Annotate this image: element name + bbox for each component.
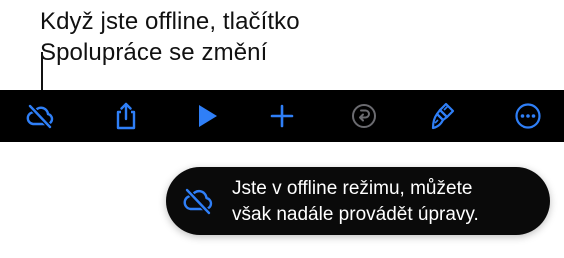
offline-notification-banner: Jste v offline režimu, můžete však nadál… — [166, 167, 550, 235]
banner-line-2: však nadále provádět úpravy. — [232, 204, 479, 225]
share-button[interactable] — [108, 98, 144, 134]
paintbrush-icon — [431, 102, 455, 130]
plus-icon — [270, 104, 294, 128]
play-button[interactable] — [189, 98, 225, 134]
callout-text: Když jste offline, tlačítko Spolupráce s… — [40, 6, 540, 68]
banner-line-1: Jste v offline režimu, můžete — [232, 178, 473, 199]
callout-line-1: Když jste offline, tlačítko — [40, 8, 300, 35]
ellipsis-circle-icon — [515, 103, 541, 129]
share-icon — [116, 102, 136, 130]
undo-icon — [352, 104, 376, 128]
callout-line-2: Spolupráce se změní — [40, 39, 268, 66]
cloud-slash-icon — [26, 103, 54, 129]
toolbar — [0, 90, 564, 142]
more-button[interactable] — [510, 98, 546, 134]
cloud-slash-icon — [183, 187, 213, 216]
banner-message: Jste v offline režimu, můžete však nadál… — [232, 176, 479, 228]
collaboration-offline-button[interactable] — [22, 98, 58, 134]
undo-button[interactable] — [346, 98, 382, 134]
play-icon — [199, 105, 217, 127]
format-button[interactable] — [424, 98, 460, 134]
add-button[interactable] — [264, 98, 300, 134]
